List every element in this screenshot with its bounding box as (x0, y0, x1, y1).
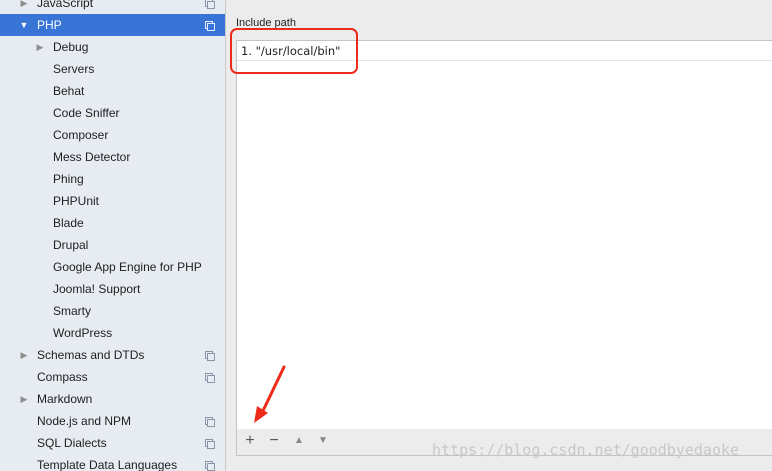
sidebar-item-mess-detector[interactable]: Mess Detector (0, 146, 225, 168)
sidebar-item-label: WordPress (53, 326, 113, 340)
php-settings-panel: Include path 1. "/usr/local/bin" + − ▲ ▼… (226, 0, 772, 471)
sidebar-item-javascript[interactable]: ▶ JavaScript (0, 0, 225, 14)
sidebar-item-joomla-support[interactable]: Joomla! Support (0, 278, 225, 300)
sidebar-item-wordpress[interactable]: WordPress (0, 322, 225, 344)
sidebar-item-node-js-and-npm[interactable]: Node.js and NPM (0, 410, 225, 432)
sidebar-item-smarty[interactable]: Smarty (0, 300, 225, 322)
sidebar-item-label: Composer (53, 128, 109, 142)
sidebar-item-label: Compass (37, 370, 88, 384)
sidebar-item-phpunit[interactable]: PHPUnit (0, 190, 225, 212)
project-settings-icon (205, 373, 215, 383)
sidebar-item-label: Servers (53, 62, 95, 76)
project-settings-icon (205, 351, 215, 361)
sidebar-item-label: Blade (53, 216, 84, 230)
sidebar-item-label: Node.js and NPM (37, 414, 132, 428)
sidebar-item-label: Google App Engine for PHP (53, 260, 202, 274)
sidebar-item-behat[interactable]: Behat (0, 80, 225, 102)
sidebar-item-label: Schemas and DTDs (37, 348, 145, 362)
collapsed-arrow-icon[interactable]: ▶ (19, 344, 29, 366)
project-settings-icon (205, 0, 215, 9)
sidebar-item-template-data-languages[interactable]: Template Data Languages (0, 454, 225, 471)
sidebar-item-label: Drupal (53, 238, 89, 252)
sidebar-item-label: Smarty (53, 304, 92, 318)
collapsed-arrow-icon[interactable]: ▶ (19, 0, 29, 14)
project-settings-icon (205, 461, 215, 471)
sidebar-item-label: Debug (53, 40, 89, 54)
sidebar-item-google-app-engine-for-php[interactable]: Google App Engine for PHP (0, 256, 225, 278)
settings-sidebar: ▶ JavaScript ▼ PHP ▶ Debug Servers Behat Code Sn… (0, 0, 226, 471)
sidebar-item-label: PHP (37, 18, 62, 32)
sidebar-item-label: JavaScript (37, 0, 94, 10)
project-settings-icon (205, 417, 215, 427)
sidebar-item-label: SQL Dialects (37, 436, 107, 450)
move-down-button[interactable]: ▼ (312, 429, 334, 453)
watermark-text: https://blog.csdn.net/goodbyedaoke (432, 441, 740, 459)
collapsed-arrow-icon[interactable]: ▶ (35, 36, 45, 58)
sidebar-item-label: Phing (53, 172, 84, 186)
sidebar-item-markdown[interactable]: ▶ Markdown (0, 388, 225, 410)
sidebar-item-sql-dialects[interactable]: SQL Dialects (0, 432, 225, 454)
sidebar-item-label: Joomla! Support (53, 282, 141, 296)
annotation-arrow-icon (254, 365, 286, 423)
sidebar-item-compass[interactable]: Compass (0, 366, 225, 388)
sidebar-item-label: Mess Detector (53, 150, 131, 164)
project-settings-icon (205, 21, 215, 31)
expanded-arrow-icon[interactable]: ▼ (19, 14, 29, 36)
highlight-annotation-box (230, 28, 358, 74)
sidebar-item-label: PHPUnit (53, 194, 100, 208)
sidebar-item-schemas-and-dtds[interactable]: ▶ Schemas and DTDs (0, 344, 225, 366)
include-path-toolbar: + − ▲ ▼ https://blog.csdn.net/goodbyedao… (236, 429, 772, 459)
sidebar-item-php[interactable]: ▼ PHP (0, 14, 225, 36)
sidebar-item-composer[interactable]: Composer (0, 124, 225, 146)
sidebar-item-blade[interactable]: Blade (0, 212, 225, 234)
move-up-button[interactable]: ▲ (288, 429, 310, 453)
sidebar-item-label: Template Data Languages (37, 458, 178, 471)
sidebar-item-debug[interactable]: ▶ Debug (0, 36, 225, 58)
project-settings-icon (205, 439, 215, 449)
sidebar-item-label: Behat (53, 84, 85, 98)
sidebar-item-drupal[interactable]: Drupal (0, 234, 225, 256)
sidebar-item-code-sniffer[interactable]: Code Sniffer (0, 102, 225, 124)
sidebar-item-servers[interactable]: Servers (0, 58, 225, 80)
sidebar-item-phing[interactable]: Phing (0, 168, 225, 190)
remove-path-button[interactable]: − (263, 429, 285, 453)
add-path-button[interactable]: + (239, 429, 261, 453)
sidebar-item-label: Markdown (37, 392, 93, 406)
sidebar-item-label: Code Sniffer (53, 106, 120, 120)
collapsed-arrow-icon[interactable]: ▶ (19, 388, 29, 410)
